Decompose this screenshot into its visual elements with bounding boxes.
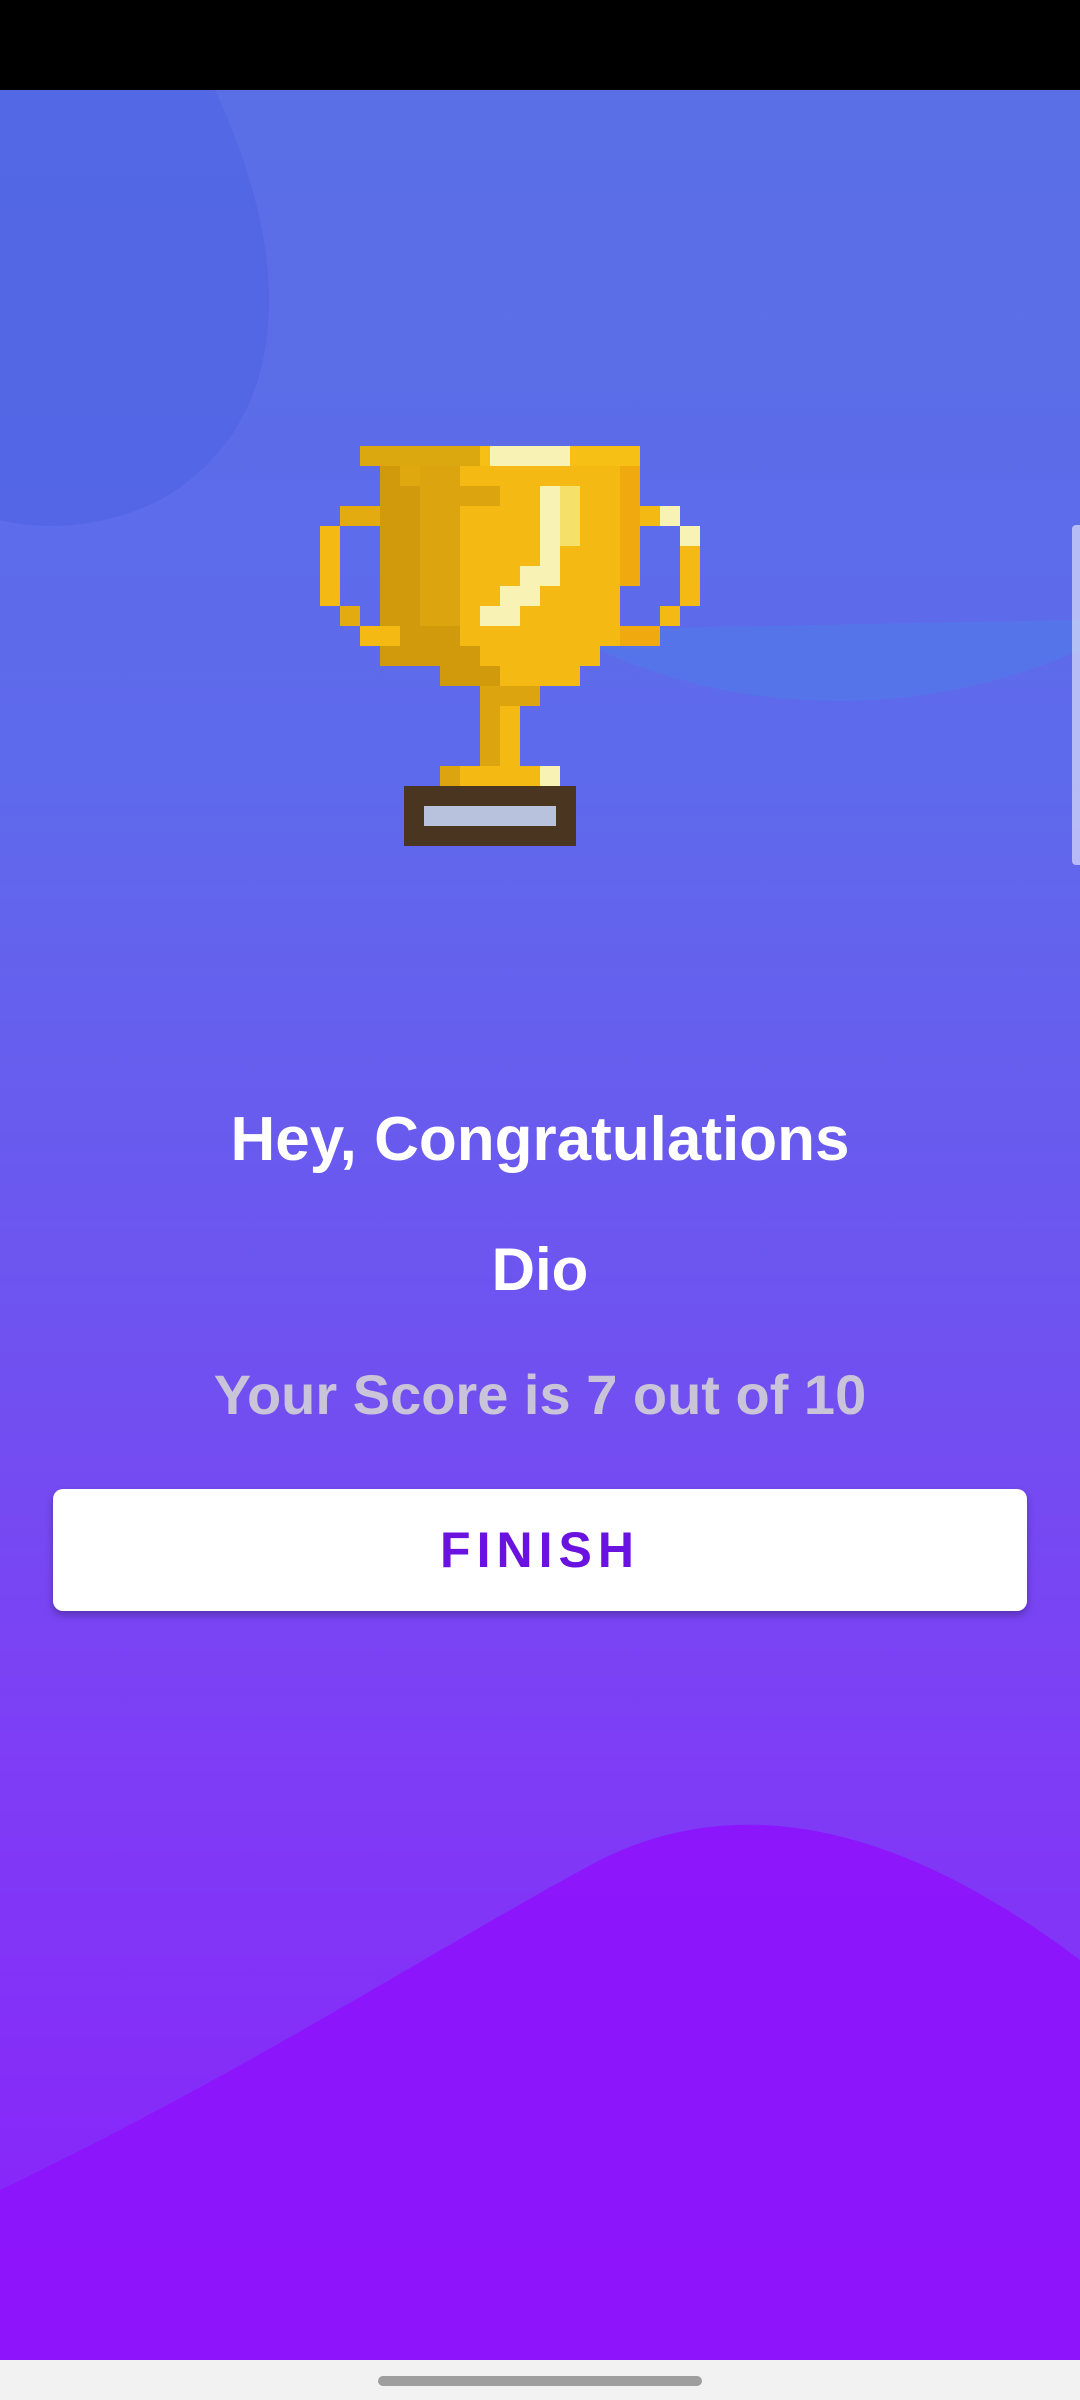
gradient-background [0, 90, 1080, 2360]
background-waves [0, 90, 1080, 2360]
congratulations-heading: Hey, Congratulations [230, 1105, 850, 1174]
navigation-bar [0, 2360, 1080, 2400]
player-name: Dio [491, 1236, 589, 1303]
quiz-result-screen: Hey, Congratulations Dio Your Score is 7… [0, 0, 1080, 2400]
trophy-icon [320, 446, 760, 986]
status-bar [0, 0, 1080, 90]
finish-button[interactable]: FINISH [53, 1489, 1027, 1611]
edge-panel-handle[interactable] [1072, 525, 1080, 865]
score-text: Your Score is 7 out of 10 [213, 1363, 867, 1426]
home-gesture-handle[interactable] [378, 2376, 702, 2386]
